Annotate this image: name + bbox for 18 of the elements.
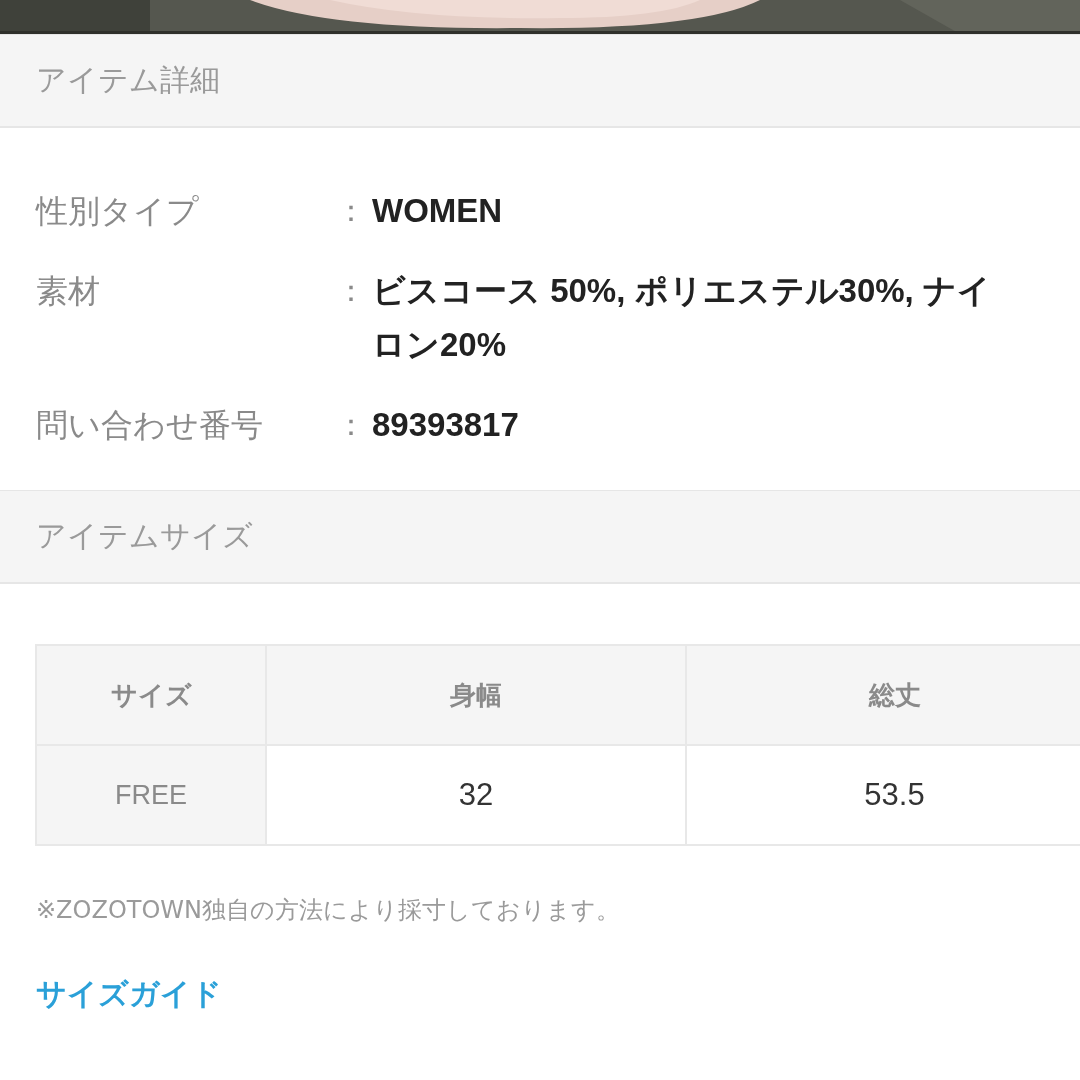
table-cell: 32 [266, 745, 686, 845]
detail-value: 89393817 [372, 405, 519, 445]
detail-label: 問い合わせ番号 [36, 405, 264, 446]
colon-separator: ： [336, 192, 367, 230]
detail-label: 性別タイプ [36, 191, 200, 232]
section-title: アイテム詳細 [36, 61, 220, 99]
column-header: 総丈 [686, 645, 1080, 745]
colon-separator: ： [336, 406, 367, 444]
detail-value: ビスコース 50%, ポリエステル30%, ナイ ロン20% [372, 271, 991, 365]
column-header: 身幅 [266, 645, 686, 745]
measurement-note: ※ZOZOTOWN独自の方法により採寸しております。 [36, 895, 621, 926]
table-cell: FREE [36, 745, 266, 845]
size-guide-link[interactable]: サイズガイド [36, 974, 222, 1015]
column-header: サイズ [36, 645, 266, 745]
section-title: アイテムサイズ [36, 517, 253, 555]
detail-value: WOMEN [372, 191, 503, 231]
detail-label: 素材 [36, 271, 101, 312]
colon-separator: ： [336, 272, 367, 310]
